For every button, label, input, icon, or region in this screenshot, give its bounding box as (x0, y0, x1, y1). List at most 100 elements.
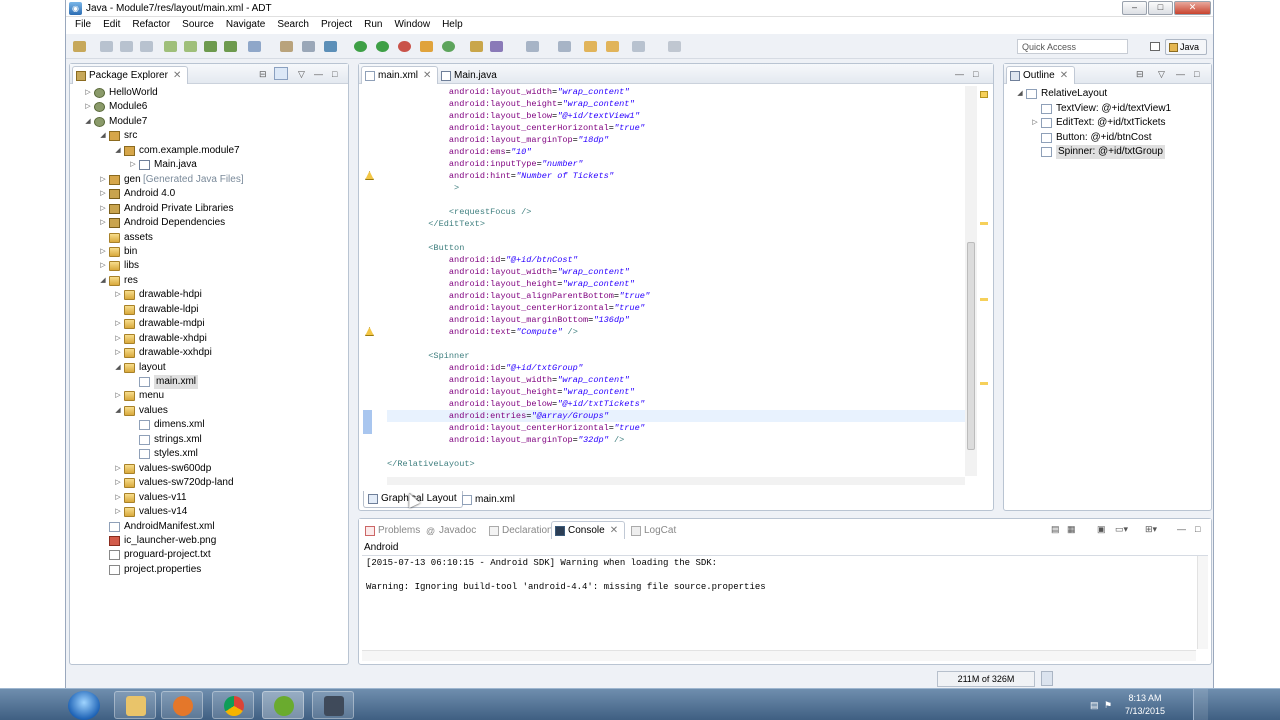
title-bar[interactable]: ◉ Java - Module7/res/layout/main.xml - A… (66, 0, 1213, 17)
console-output[interactable]: [2015-07-13 06:10:15 - Android SDK] Warn… (362, 555, 1208, 661)
maximize-view-icon[interactable]: □ (973, 69, 978, 79)
tab-console[interactable]: Console ✕ (551, 521, 626, 539)
open-perspective-icon[interactable] (1147, 39, 1162, 55)
expand-arrow-icon[interactable]: ▷ (99, 173, 107, 187)
debug-icon[interactable] (324, 41, 337, 52)
open-type-icon[interactable] (470, 41, 483, 52)
tree-item[interactable]: drawable-ldpi (70, 303, 348, 317)
next-annotation-icon[interactable] (558, 41, 571, 52)
tree-item[interactable]: AndroidManifest.xml (70, 520, 348, 534)
minimize-button[interactable]: – (1122, 1, 1147, 15)
run-icon[interactable] (354, 41, 367, 52)
taskbar-eclipse-adt[interactable] (312, 691, 354, 719)
annotation-icon[interactable] (526, 41, 539, 52)
expand-arrow-icon[interactable]: ▷ (114, 346, 122, 360)
tree-item[interactable]: ▷ drawable-hdpi (70, 288, 348, 302)
menu-help[interactable]: Help (436, 17, 469, 34)
tab-outline[interactable]: Outline ✕ (1006, 66, 1076, 84)
outline-item[interactable]: ◢ RelativeLayout (1004, 87, 1211, 101)
tree-item[interactable]: ▷ values-v11 (70, 491, 348, 505)
tab-package-explorer[interactable]: Package Explorer ✕ (72, 66, 189, 84)
heap-status[interactable]: 211M of 326M (937, 671, 1035, 687)
tree-item[interactable]: ◢ Module7 (70, 115, 348, 129)
link-with-editor-icon[interactable] (274, 67, 288, 80)
tree-item[interactable]: styles.xml (70, 447, 348, 461)
collapse-arrow-icon[interactable]: ◢ (114, 144, 122, 158)
menu-edit[interactable]: Edit (97, 17, 126, 34)
start-button[interactable] (68, 691, 100, 720)
tree-item[interactable]: ▷ values-sw720dp-land (70, 476, 348, 490)
minimize-view-icon[interactable]: — (1177, 524, 1186, 534)
collapse-arrow-icon[interactable]: ◢ (99, 129, 107, 143)
close-icon[interactable]: ✕ (610, 525, 618, 536)
tree-item[interactable]: ▷ Module6 (70, 100, 348, 114)
search-icon[interactable] (490, 41, 503, 52)
system-clock[interactable]: 8:13 AM 7/13/2015 (1115, 692, 1175, 718)
scroll-lock-icon[interactable]: ▦ (1067, 524, 1076, 535)
external-tools-icon[interactable] (398, 41, 411, 52)
expand-arrow-icon[interactable]: ▷ (84, 100, 92, 114)
close-icon[interactable]: ✕ (423, 70, 431, 81)
view-menu-icon[interactable]: ▽ (298, 69, 305, 80)
expand-arrow-icon[interactable]: ▷ (114, 332, 122, 346)
run-dropdown-icon[interactable] (376, 41, 389, 52)
tree-item[interactable]: ▷ drawable-xxhdpi (70, 346, 348, 360)
menu-refactor[interactable]: Refactor (126, 17, 176, 34)
menu-search[interactable]: Search (271, 17, 315, 34)
java-perspective-button[interactable]: Java (1165, 39, 1207, 55)
save-icon[interactable] (100, 41, 113, 52)
collapse-arrow-icon[interactable]: ◢ (114, 404, 122, 418)
maximize-view-icon[interactable]: □ (1194, 69, 1199, 79)
tree-item[interactable]: strings.xml (70, 433, 348, 447)
minimize-view-icon[interactable]: — (955, 69, 964, 79)
tree-item[interactable]: ▷ Android 4.0 (70, 187, 348, 201)
outline-item[interactable]: Button: @+id/btnCost (1004, 131, 1211, 145)
expand-arrow-icon[interactable]: ▷ (99, 216, 107, 230)
tab-problems[interactable]: Problems (361, 521, 427, 539)
tree-item[interactable]: project.properties (70, 563, 348, 577)
forward-icon[interactable] (632, 41, 645, 52)
taskbar-code-editor[interactable] (262, 691, 304, 719)
overview-marker[interactable] (980, 382, 988, 385)
tree-item[interactable]: ◢ values (70, 404, 348, 418)
expand-arrow-icon[interactable]: ▷ (129, 158, 137, 172)
garbage-collect-icon[interactable] (1041, 671, 1053, 686)
overview-marker[interactable] (980, 298, 988, 301)
tree-item[interactable]: assets (70, 231, 348, 245)
collapse-arrow-icon[interactable]: ◢ (114, 361, 122, 375)
horizontal-scrollbar[interactable] (387, 477, 965, 485)
menu-project[interactable]: Project (315, 17, 358, 34)
clear-console-icon[interactable]: ▤ (1051, 524, 1060, 535)
warning-icon[interactable] (365, 327, 374, 336)
lint-check-icon[interactable] (204, 41, 217, 52)
expand-arrow-icon[interactable]: ▷ (99, 187, 107, 201)
outline-item[interactable]: Spinner: @+id/txtGroup (1004, 145, 1211, 159)
taskbar-media-player[interactable] (161, 691, 203, 719)
console-horizontal-scrollbar[interactable] (362, 650, 1196, 661)
expand-arrow-icon[interactable]: ▷ (114, 505, 122, 519)
collapse-all-icon[interactable]: ⊟ (1136, 69, 1144, 80)
overview-marker[interactable] (980, 222, 988, 225)
menu-file[interactable]: File (69, 17, 97, 34)
tree-item[interactable]: ▷ gen [Generated Java Files] (70, 173, 348, 187)
vertical-scroll-thumb[interactable] (967, 242, 975, 450)
back-icon[interactable] (606, 41, 619, 52)
tab-declaration[interactable]: Declaration (485, 521, 560, 539)
close-button[interactable]: ✕ (1174, 1, 1211, 15)
tree-item[interactable]: ▷ bin (70, 245, 348, 259)
print-icon[interactable] (140, 41, 153, 52)
expand-arrow-icon[interactable]: ▷ (114, 317, 122, 331)
expand-arrow-icon[interactable]: ▷ (84, 86, 92, 100)
expand-arrow-icon[interactable]: ▷ (114, 389, 122, 403)
expand-arrow-icon[interactable]: ▷ (1031, 116, 1039, 130)
new-java-class-icon[interactable] (442, 41, 455, 52)
tree-item[interactable]: ic_launcher-web.png (70, 534, 348, 548)
speaker-icon[interactable] (1097, 700, 1107, 710)
expand-arrow-icon[interactable]: ▷ (99, 245, 107, 259)
tab-javadoc[interactable]: @ Javadoc (422, 521, 483, 539)
tree-item[interactable]: ▷ libs (70, 259, 348, 273)
collapse-arrow-icon[interactable]: ◢ (99, 274, 107, 288)
tree-item[interactable]: ◢ com.example.module7 (70, 144, 348, 158)
skip-breakpoints-icon[interactable] (302, 41, 315, 52)
tree-item[interactable]: ◢ res (70, 274, 348, 288)
